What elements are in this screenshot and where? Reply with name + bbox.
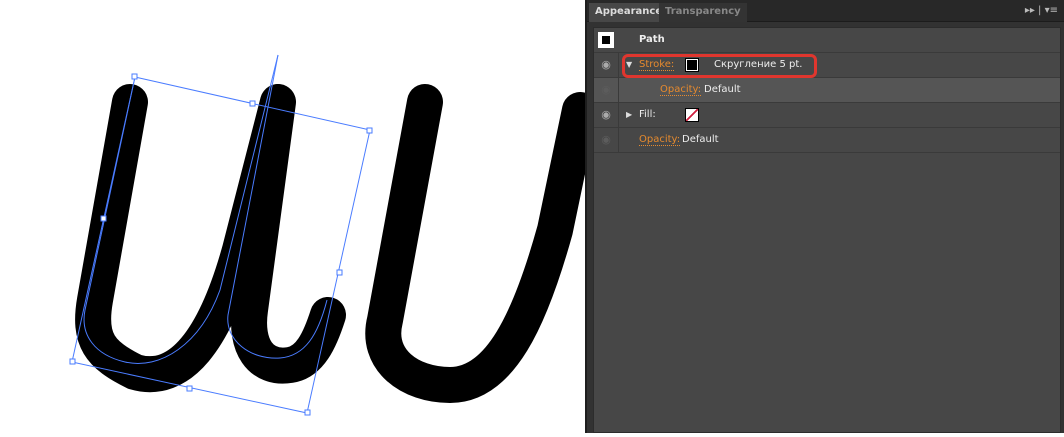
fill-none-swatch[interactable]	[685, 108, 699, 122]
artwork	[69, 54, 598, 416]
eye-icon[interactable]: ◉	[594, 103, 619, 128]
stroke-row[interactable]: ◉ ▼ Stroke: Скругление 5 pt.	[594, 53, 1060, 78]
object-thumbnail	[598, 32, 614, 48]
path-title: Path	[639, 34, 665, 45]
tab-appearance[interactable]: Appearance	[589, 3, 669, 22]
path-header-row: Path	[594, 28, 1060, 53]
opacity-row[interactable]: ◉ Opacity: Default	[594, 128, 1060, 153]
letter-path	[365, 84, 598, 403]
artboard-canvas[interactable]	[0, 0, 598, 433]
eye-icon[interactable]: ◉	[594, 78, 619, 103]
tab-transparency[interactable]: Transparency	[659, 3, 747, 22]
stroke-opacity-value: Default	[704, 84, 741, 95]
highlight-annotation	[622, 54, 817, 78]
eye-icon[interactable]: ◉	[594, 53, 619, 78]
panel-tab-bar: Appearance Transparency ▸▸ | ▾≡	[587, 0, 1064, 22]
fill-label[interactable]: Fill:	[639, 109, 656, 120]
stroke-opacity-label[interactable]: Opacity:	[660, 84, 702, 96]
panel-menu-icon[interactable]: ▸▸ | ▾≡	[1025, 5, 1058, 16]
appearance-list: Path ◉ ▼ Stroke: Скругление 5 pt. ◉ Opac…	[593, 27, 1061, 433]
letter-path-selected	[75, 84, 346, 393]
opacity-value: Default	[682, 134, 719, 145]
stroke-opacity-row[interactable]: ◉ Opacity: Default	[594, 78, 1060, 103]
appearance-panel: Appearance Transparency ▸▸ | ▾≡ Path ◉ ▼…	[585, 0, 1064, 433]
eye-icon[interactable]: ◉	[594, 128, 619, 153]
opacity-label[interactable]: Opacity:	[639, 134, 681, 146]
fill-row[interactable]: ◉ ▶ Fill:	[594, 103, 1060, 128]
disclosure-triangle-collapsed-icon[interactable]: ▶	[626, 110, 632, 119]
